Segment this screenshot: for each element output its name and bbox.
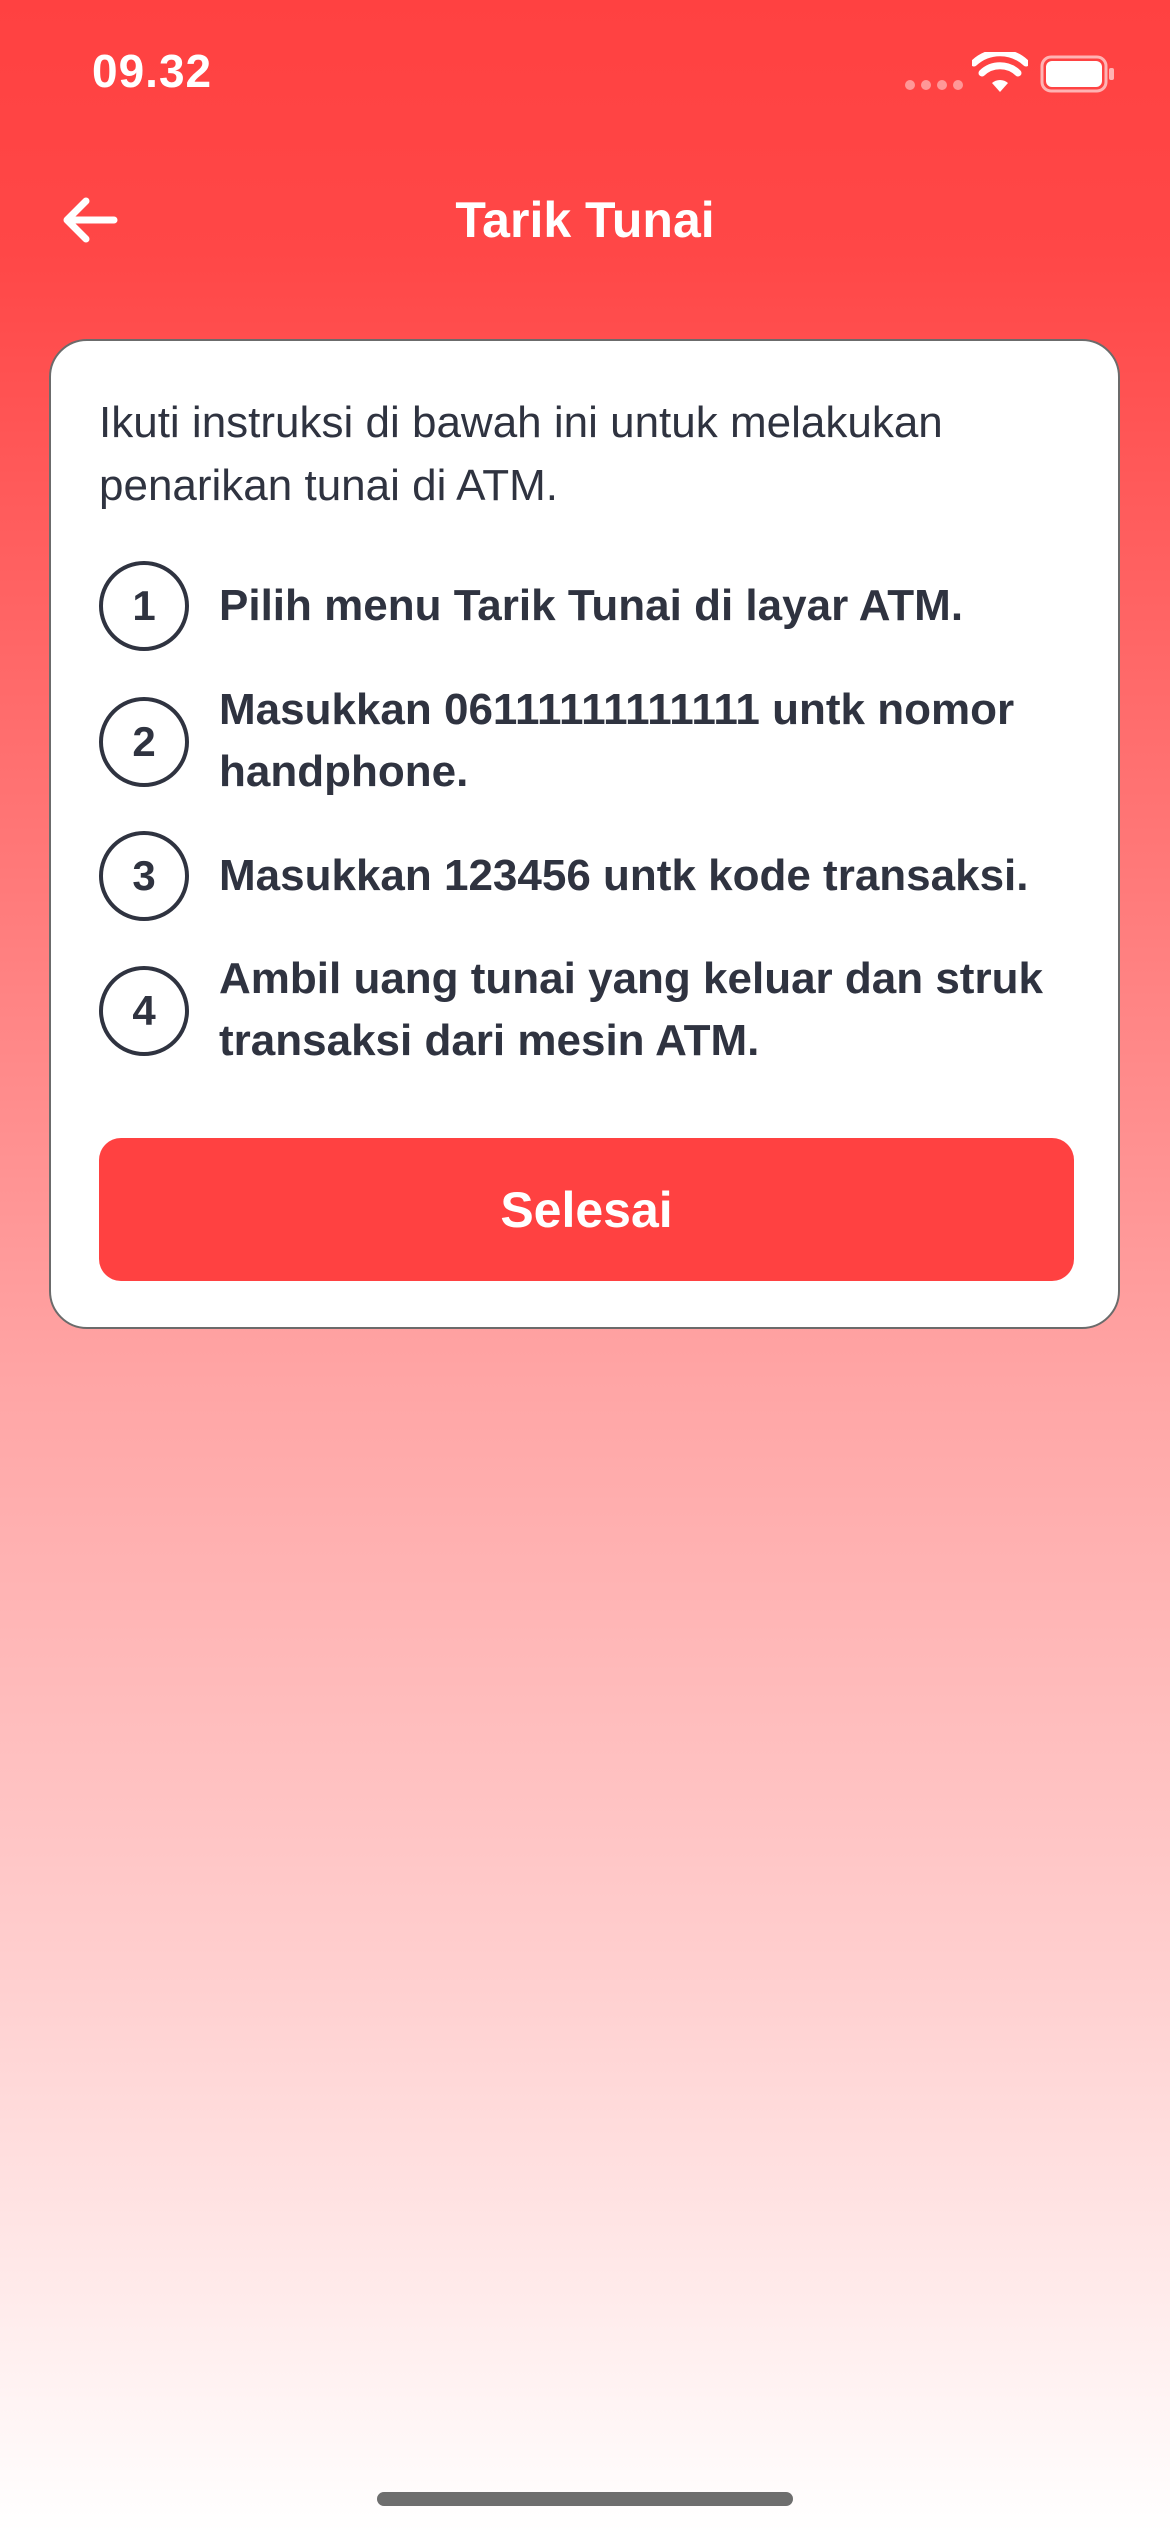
step-text: Pilih menu Tarik Tunai di layar ATM. bbox=[219, 581, 964, 630]
step-text: Ambil uang tunai yang keluar dan struk t… bbox=[219, 954, 1043, 1065]
battery-icon bbox=[1040, 55, 1114, 93]
done-button[interactable]: Selesai bbox=[99, 1138, 1074, 1281]
instruction-card: Ikuti instruksi di bawah ini untuk melak… bbox=[49, 339, 1120, 1329]
arrow-left-icon bbox=[63, 197, 118, 243]
step-number-badge: 1 bbox=[99, 561, 189, 651]
instruction-intro: Ikuti instruksi di bawah ini untuk melak… bbox=[99, 398, 943, 510]
back-button[interactable] bbox=[50, 180, 130, 260]
step-text: Masukkan 06111111111111 untk nomor handp… bbox=[219, 685, 1015, 796]
step-number-badge: 4 bbox=[99, 966, 189, 1056]
status-bar: 09.32 bbox=[0, 0, 1170, 150]
step-text: Masukkan 123456 untk kode transaksi. bbox=[219, 851, 1029, 900]
wifi-icon bbox=[972, 52, 1028, 92]
status-time: 09.32 bbox=[92, 45, 213, 97]
home-indicator[interactable] bbox=[377, 2492, 793, 2506]
cellular-signal-icon bbox=[905, 80, 963, 90]
page-title: Tarik Tunai bbox=[455, 192, 715, 248]
step-number-badge: 3 bbox=[99, 831, 189, 921]
step-number-badge: 2 bbox=[99, 697, 189, 787]
navigation-bar: Tarik Tunai bbox=[0, 170, 1170, 270]
